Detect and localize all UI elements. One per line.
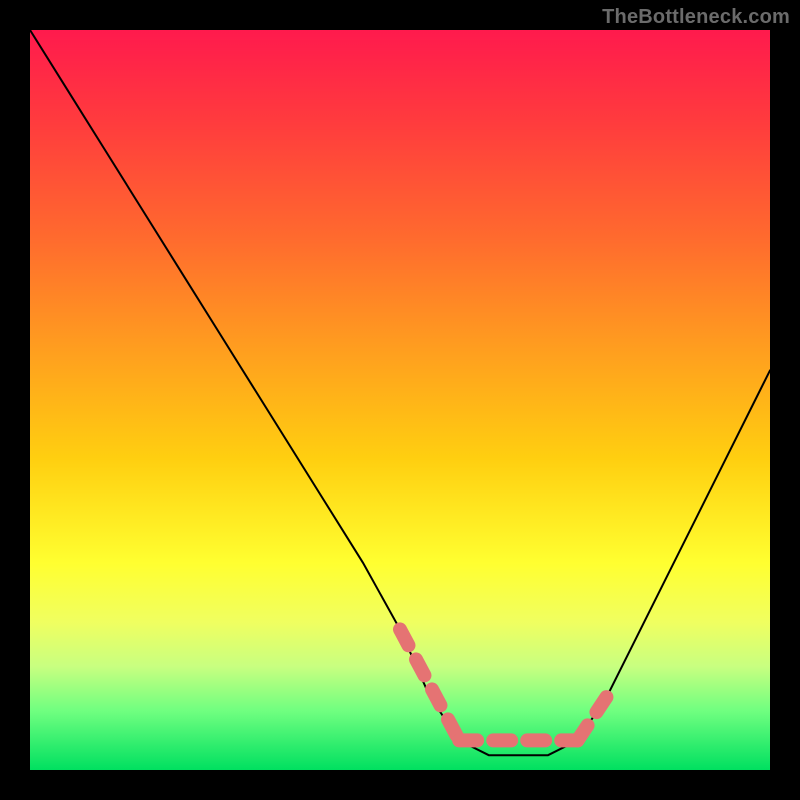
watermark-text: TheBottleneck.com (602, 6, 790, 29)
chart-stage: TheBottleneck.com (0, 0, 800, 800)
plot-area (30, 30, 770, 770)
highlight-group (400, 629, 607, 740)
bottleneck-curve (30, 30, 770, 755)
highlight-segment (400, 629, 459, 740)
curve-svg (30, 30, 770, 770)
